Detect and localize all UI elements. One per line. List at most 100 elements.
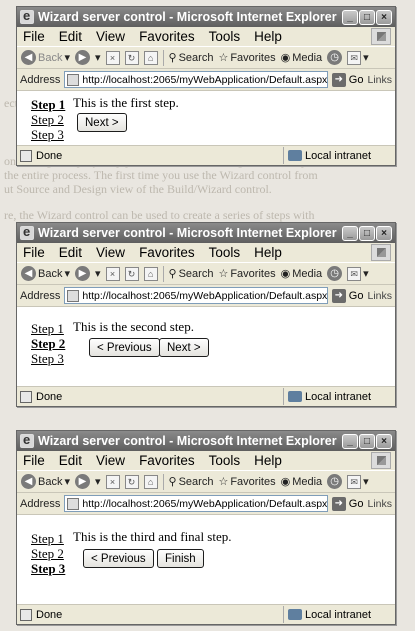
menu-view[interactable]: View xyxy=(96,245,125,260)
home-icon[interactable]: ⌂ xyxy=(143,474,158,489)
step-2-link[interactable]: Step 2 xyxy=(31,336,65,351)
zone-indicator: Local intranet xyxy=(283,147,395,164)
maximize-icon[interactable]: □ xyxy=(359,225,375,241)
status-bar: Done Local intranet xyxy=(17,146,395,165)
home-icon[interactable]: ⌂ xyxy=(143,50,158,65)
back-button[interactable]: ◀ Back ▾ xyxy=(21,266,70,281)
back-button[interactable]: ◀ Back ▾ xyxy=(21,50,70,65)
refresh-icon[interactable]: ↻ xyxy=(124,266,139,281)
forward-arrow-icon[interactable]: ▶ xyxy=(75,50,90,65)
menu-help[interactable]: Help xyxy=(254,245,282,260)
page-icon xyxy=(67,289,80,302)
links-button[interactable]: Links xyxy=(367,74,392,86)
media-label: Media xyxy=(292,475,323,488)
step-3-link[interactable]: Step 3 xyxy=(31,561,65,576)
address-label: Address xyxy=(20,497,61,510)
media-button[interactable]: ◉ Media xyxy=(281,475,323,489)
links-button[interactable]: Links xyxy=(367,498,392,510)
page-content: Step 1 Step 2 Step 3 This is the second … xyxy=(17,307,395,387)
history-icon[interactable]: ◷ xyxy=(327,50,343,65)
favorites-button[interactable]: ☆ Favorites xyxy=(218,51,275,65)
menu-help[interactable]: Help xyxy=(254,29,282,44)
go-button[interactable]: ➜ Go xyxy=(331,72,363,87)
next-button[interactable]: Next > xyxy=(77,113,127,132)
refresh-icon[interactable]: ↻ xyxy=(124,474,139,489)
menu-help[interactable]: Help xyxy=(254,453,282,468)
maximize-icon[interactable]: □ xyxy=(359,9,375,25)
address-bar: Address http://localhost:2065/myWebAppli… xyxy=(17,285,395,307)
favorites-label: Favorites xyxy=(230,267,276,280)
go-button[interactable]: ➜ Go xyxy=(331,288,363,303)
minimize-icon[interactable]: _ xyxy=(342,433,358,449)
media-button[interactable]: ◉ Media xyxy=(281,267,323,281)
status-text: Done xyxy=(36,149,63,162)
minimize-icon[interactable]: _ xyxy=(342,9,358,25)
mail-button[interactable]: ✉ ▾ xyxy=(347,474,369,489)
back-button[interactable]: ◀ Back ▾ xyxy=(21,474,70,489)
done-icon xyxy=(20,149,32,162)
menu-tools[interactable]: Tools xyxy=(209,245,241,260)
back-label: Back xyxy=(38,475,63,488)
maximize-icon[interactable]: □ xyxy=(359,433,375,449)
menu-favorites[interactable]: Favorites xyxy=(139,245,195,260)
menu-tools[interactable]: Tools xyxy=(209,453,241,468)
media-button[interactable]: ◉ Media xyxy=(281,51,323,65)
menu-view[interactable]: View xyxy=(96,453,125,468)
links-button[interactable]: Links xyxy=(367,290,392,302)
step-2-link[interactable]: Step 2 xyxy=(31,112,65,127)
menu-file[interactable]: File xyxy=(23,245,45,260)
refresh-icon[interactable]: ↻ xyxy=(124,50,139,65)
address-input[interactable]: http://localhost:2065/myWebApplication/D… xyxy=(64,287,328,304)
menu-edit[interactable]: Edit xyxy=(59,245,82,260)
step-1-link[interactable]: Step 1 xyxy=(31,531,65,546)
step-2-link[interactable]: Step 2 xyxy=(31,546,65,561)
home-icon[interactable]: ⌂ xyxy=(143,266,158,281)
menu-view[interactable]: View xyxy=(96,29,125,44)
step-1-link[interactable]: Step 1 xyxy=(31,321,65,336)
mail-button[interactable]: ✉ ▾ xyxy=(347,266,369,281)
menu-favorites[interactable]: Favorites xyxy=(139,29,195,44)
menu-edit[interactable]: Edit xyxy=(59,29,82,44)
browser-window-step-2: Wizard server control - Microsoft Intern… xyxy=(16,222,396,407)
background-text: the entire process. The first time you u… xyxy=(4,168,318,182)
mail-button[interactable]: ✉ ▾ xyxy=(347,50,369,65)
menu-tools[interactable]: Tools xyxy=(209,29,241,44)
history-icon[interactable]: ◷ xyxy=(327,266,343,281)
finish-button[interactable]: Finish xyxy=(157,549,204,568)
forward-arrow-icon[interactable]: ▶ xyxy=(75,474,90,489)
step-content: This is the first step. xyxy=(73,95,179,110)
go-arrow-icon: ➜ xyxy=(331,288,346,303)
menu-favorites[interactable]: Favorites xyxy=(139,453,195,468)
menu-file[interactable]: File xyxy=(23,453,45,468)
step-3-link[interactable]: Step 3 xyxy=(31,351,65,366)
step-1-link[interactable]: Step 1 xyxy=(31,97,65,112)
favorites-button[interactable]: ☆ Favorites xyxy=(218,475,275,489)
close-icon[interactable]: × xyxy=(376,9,392,25)
status-bar: Done Local intranet xyxy=(17,605,395,624)
next-button[interactable]: Next > xyxy=(159,338,209,357)
menu-edit[interactable]: Edit xyxy=(59,453,82,468)
previous-button[interactable]: < Previous xyxy=(89,338,160,357)
close-icon[interactable]: × xyxy=(376,225,392,241)
address-input[interactable]: http://localhost:2065/myWebApplication/D… xyxy=(64,495,328,512)
stop-icon[interactable]: × xyxy=(105,266,120,281)
search-button[interactable]: ⚲ Search xyxy=(169,51,214,65)
go-arrow-icon: ➜ xyxy=(331,72,346,87)
search-icon: ⚲ xyxy=(168,268,177,280)
close-icon[interactable]: × xyxy=(376,433,392,449)
address-bar: Address http://localhost:2065/myWebAppli… xyxy=(17,69,395,91)
stop-icon[interactable]: × xyxy=(105,50,120,65)
address-input[interactable]: http://localhost:2065/myWebApplication/D… xyxy=(64,71,328,88)
menu-file[interactable]: File xyxy=(23,29,45,44)
status-text: Done xyxy=(36,390,63,403)
stop-icon[interactable]: × xyxy=(105,474,120,489)
previous-button[interactable]: < Previous xyxy=(83,549,154,568)
go-button[interactable]: ➜ Go xyxy=(331,496,363,511)
search-button[interactable]: ⚲ Search xyxy=(169,475,214,489)
history-icon[interactable]: ◷ xyxy=(327,474,343,489)
minimize-icon[interactable]: _ xyxy=(342,225,358,241)
search-button[interactable]: ⚲ Search xyxy=(168,267,214,281)
favorites-button[interactable]: ☆ Favorites xyxy=(218,267,276,281)
forward-arrow-icon[interactable]: ▶ xyxy=(75,266,90,281)
step-3-link[interactable]: Step 3 xyxy=(31,127,65,142)
